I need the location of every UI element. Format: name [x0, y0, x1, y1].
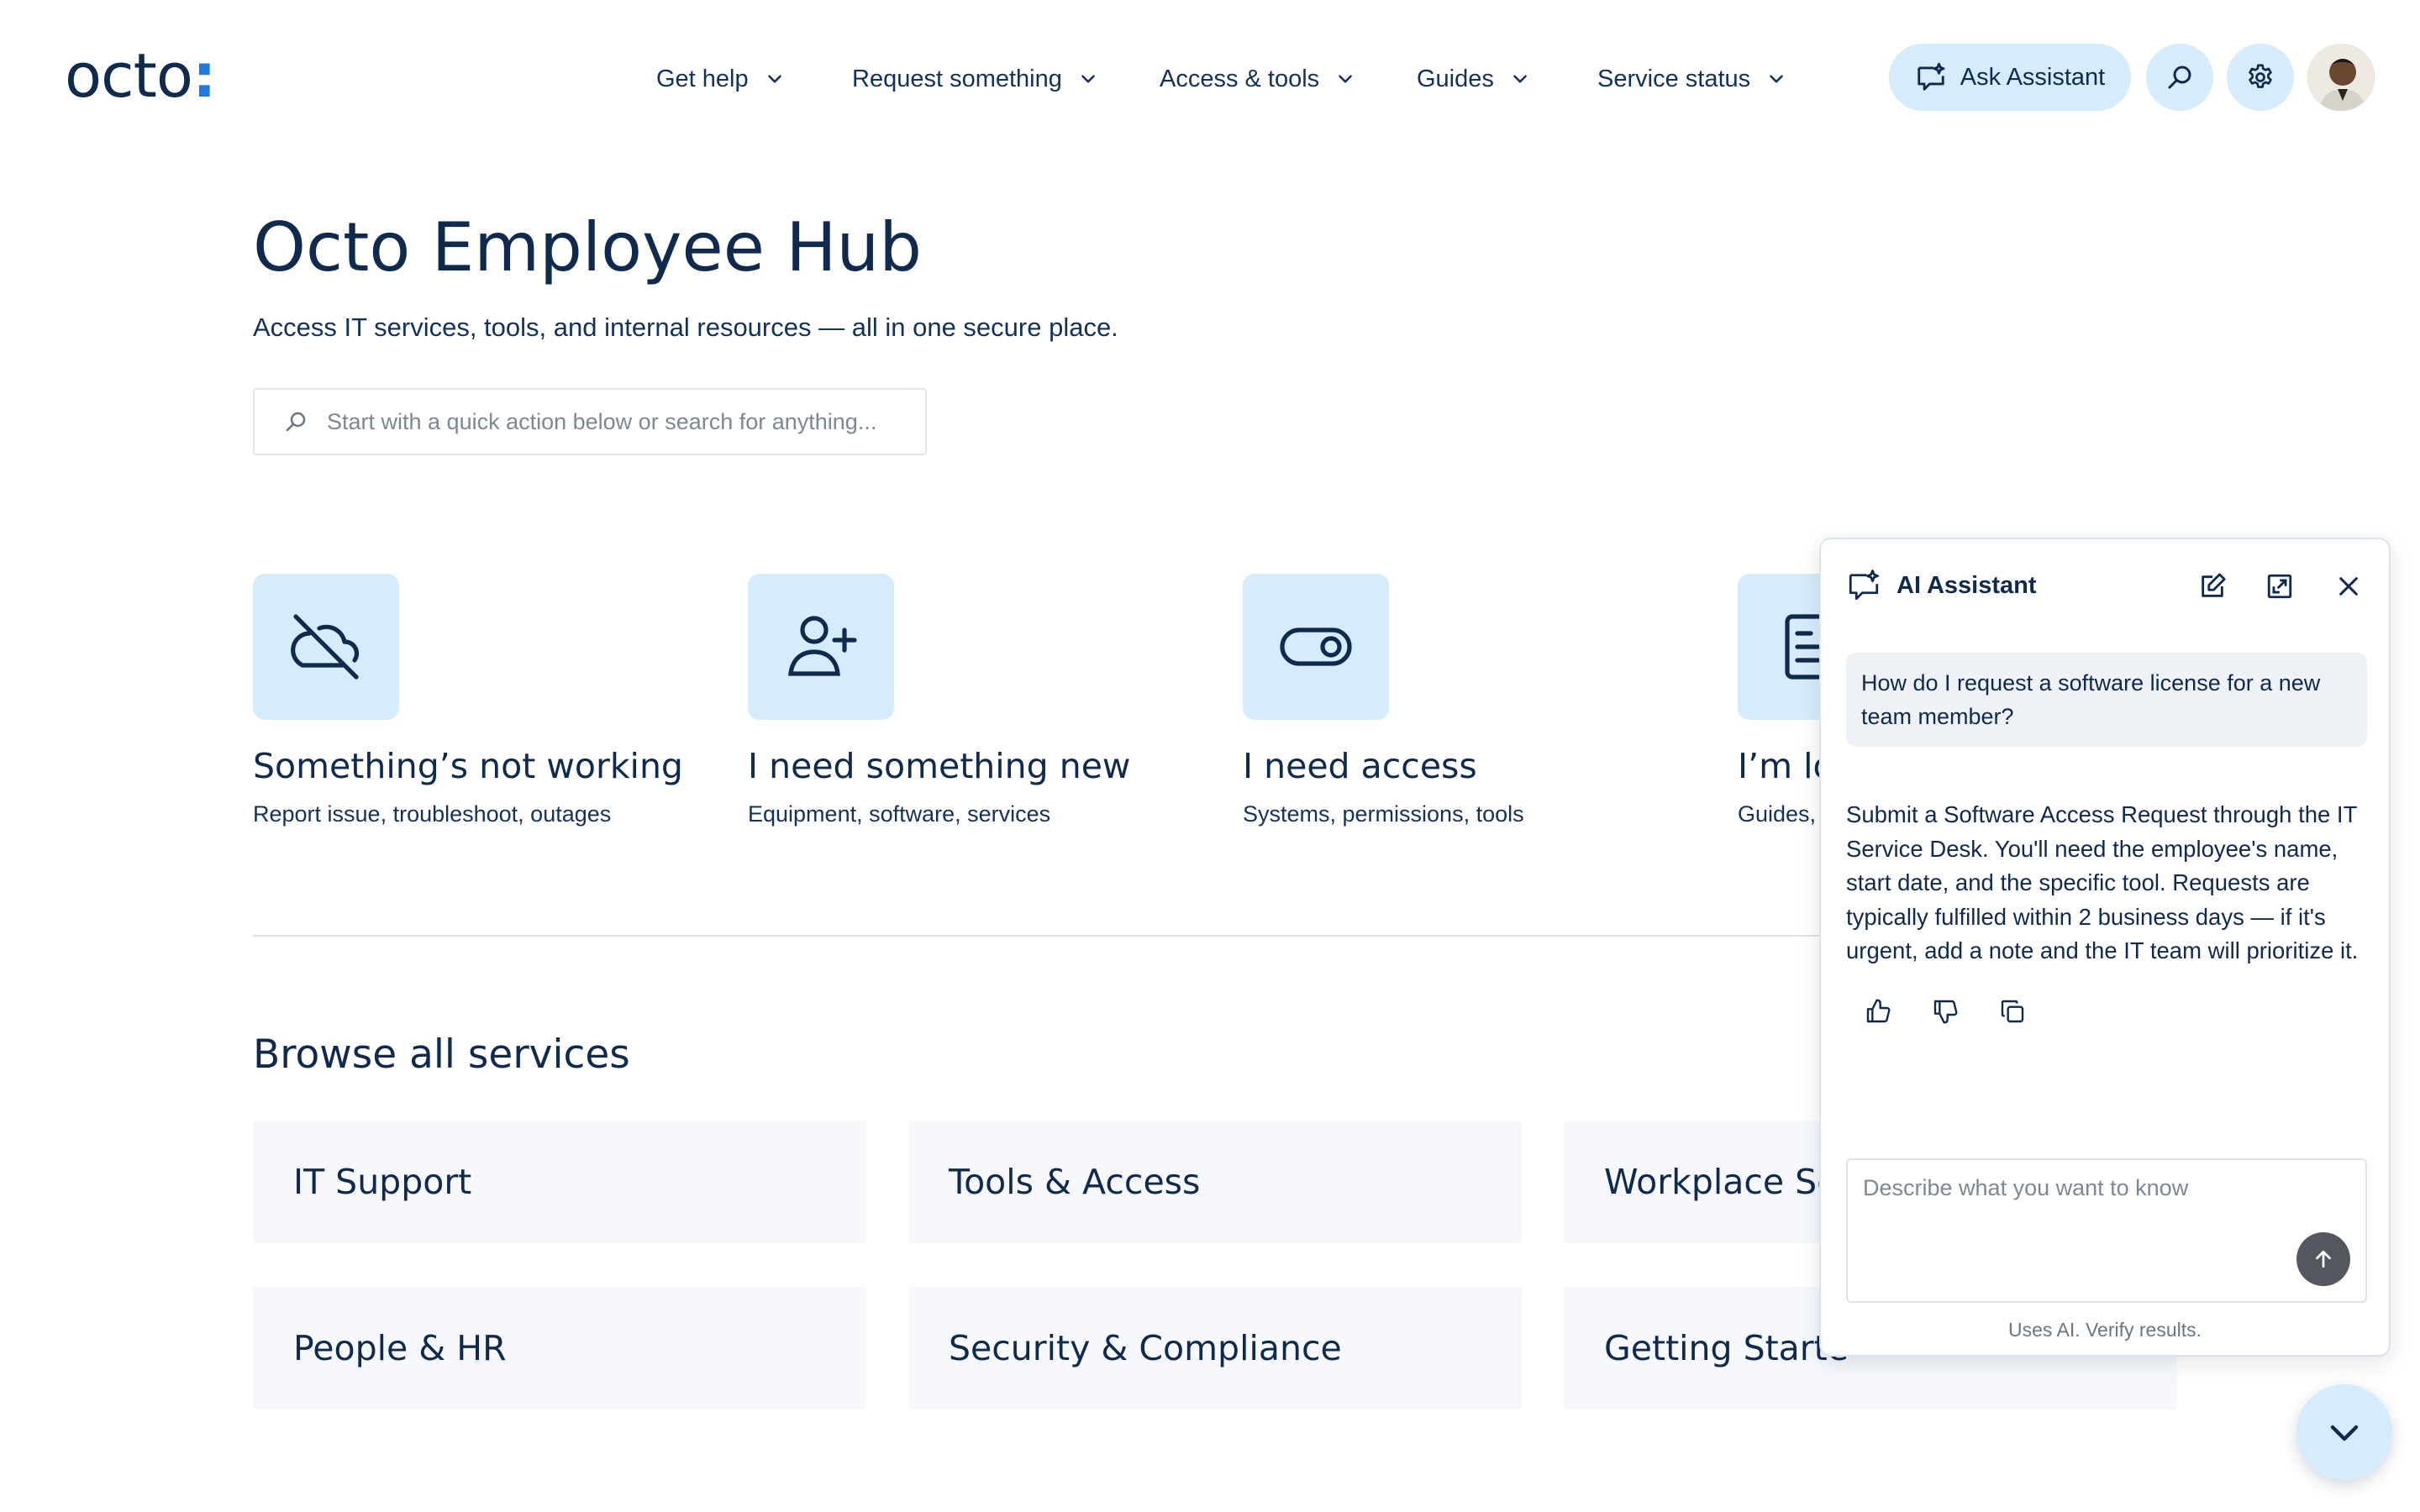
nav-service-status[interactable]: Service status	[1597, 60, 1787, 97]
ai-disclaimer: Uses AI. Verify results.	[2007, 1319, 2202, 1341]
nav-label: Access & tools	[1160, 65, 1320, 92]
thumbs-down-icon	[1933, 1000, 1958, 1024]
logo-colon: :	[192, 40, 217, 111]
service-card-security-compliance[interactable]: Security & Compliance	[908, 1287, 1522, 1410]
copy-icon	[2001, 1000, 2024, 1023]
qa-something-new-subtitle: Equipment, software, services	[748, 801, 1051, 827]
search-input[interactable]: Start with a quick action below or searc…	[253, 388, 927, 455]
ai-assistant-header: AI Assistant	[1846, 568, 2037, 603]
nav-request-something[interactable]: Request something	[852, 60, 1099, 97]
nav-guides[interactable]: Guides	[1417, 60, 1531, 97]
page-title: Octo Employee Hub	[253, 208, 922, 286]
qa-not-working-tile[interactable]	[253, 574, 399, 720]
thumbs-up-button[interactable]	[1861, 995, 1895, 1028]
edit-icon	[2202, 573, 2226, 597]
ai-assistant-title: AI Assistant	[1897, 571, 2037, 599]
assistant-input-placeholder: Describe what you want to know	[1863, 1175, 2189, 1200]
qa-not-working-title[interactable]: Something’s not working	[253, 746, 683, 786]
search-icon	[286, 412, 306, 432]
qa-not-working-subtitle: Report issue, troubleshoot, outages	[253, 801, 612, 827]
logo-text: octo	[65, 40, 193, 111]
assistant-input[interactable]: Describe what you want to know	[1846, 1158, 2367, 1303]
chevron-down-icon	[1770, 75, 1783, 83]
expand-icon	[2267, 574, 2292, 599]
settings-button[interactable]	[2227, 44, 2294, 111]
chat-sparkle-icon	[1849, 570, 1880, 601]
send-button[interactable]	[2296, 1232, 2350, 1286]
search-icon	[2168, 66, 2191, 89]
close-icon	[2339, 577, 2358, 596]
chevron-down-icon	[1339, 75, 1352, 83]
page-subtitle: Access IT services, tools, and internal …	[253, 312, 1118, 342]
nav-label: Guides	[1417, 65, 1494, 92]
browse-title: Browse all services	[253, 1032, 630, 1078]
qa-need-access-subtitle: Systems, permissions, tools	[1243, 801, 1524, 827]
qa-need-access-title[interactable]: I need access	[1243, 746, 1477, 786]
gear-icon	[2249, 64, 2272, 88]
user-plus-icon	[788, 616, 857, 676]
chevron-down-icon	[1081, 75, 1095, 83]
user-avatar[interactable]	[2307, 44, 2375, 111]
nav-get-help[interactable]: Get help	[656, 60, 786, 97]
chevron-down-icon	[1513, 75, 1527, 83]
nav-access-tools[interactable]: Access & tools	[1160, 60, 1356, 97]
arrow-up-icon	[2316, 1250, 2331, 1268]
chevron-down-icon	[2330, 1425, 2359, 1441]
user-message: How do I request a software license for …	[1846, 653, 2367, 747]
ask-assistant-label: Ask Assistant	[1960, 63, 2106, 91]
search-placeholder: Start with a quick action below or searc…	[327, 408, 877, 434]
copy-button[interactable]	[1996, 995, 2029, 1028]
toggle-icon	[1280, 627, 1352, 666]
nav-label: Service status	[1597, 65, 1751, 92]
qa-something-new-title[interactable]: I need something new	[748, 746, 1130, 786]
chevron-down-icon	[767, 75, 781, 83]
qa-looking-subtitle: Guides,	[1738, 801, 1817, 827]
nav-label: Request something	[852, 65, 1062, 92]
search-button[interactable]	[2146, 44, 2213, 111]
scroll-down-button[interactable]	[2296, 1384, 2392, 1480]
service-card-it-support[interactable]: IT Support	[253, 1121, 866, 1243]
thumbs-up-icon	[1866, 999, 1891, 1023]
qa-need-access-tile[interactable]	[1243, 574, 1389, 720]
ask-assistant-button[interactable]: Ask Assistant	[1889, 44, 2131, 111]
qa-something-new-tile[interactable]	[748, 574, 894, 720]
service-card-people-hr[interactable]: People & HR	[253, 1287, 866, 1410]
octo-logo[interactable]: octo:	[65, 40, 217, 111]
thumbs-down-button[interactable]	[1928, 995, 1962, 1028]
ai-assistant-panel: AI Assistant How do I request a software…	[1819, 538, 2391, 1357]
chat-sparkle-icon	[1918, 62, 1945, 91]
service-card-tools-access[interactable]: Tools & Access	[908, 1121, 1522, 1243]
close-button[interactable]	[2332, 570, 2365, 603]
avatar-portrait	[2307, 44, 2375, 111]
nav-label: Get help	[656, 65, 749, 92]
cloud-off-icon	[291, 614, 360, 680]
expand-button[interactable]	[2263, 570, 2296, 603]
assistant-reply: Submit a Software Access Request through…	[1846, 801, 2359, 963]
new-chat-button[interactable]	[2196, 570, 2229, 603]
